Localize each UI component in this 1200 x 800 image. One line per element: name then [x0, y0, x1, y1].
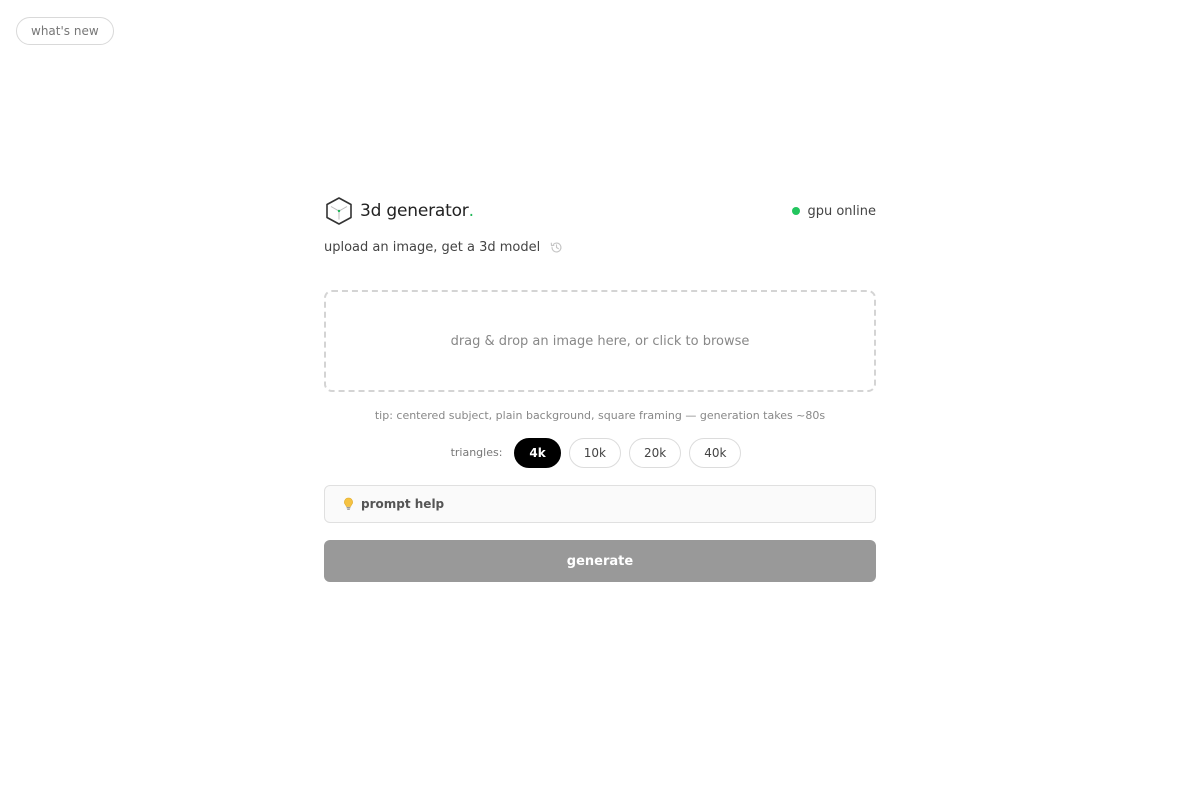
history-icon[interactable]	[549, 240, 563, 254]
triangles-option-4k[interactable]: 4k	[514, 437, 561, 468]
image-dropzone[interactable]: drag & drop an image here, or click to b…	[324, 290, 876, 392]
status-dot-icon	[792, 207, 801, 215]
whats-new-button[interactable]: what's new	[16, 17, 114, 45]
brand-name: 3d generator	[360, 201, 469, 221]
subtitle: upload an image, get a 3d model	[324, 239, 541, 255]
triangles-option-40k[interactable]: 40k	[689, 437, 742, 468]
prompt-help-label: prompt help	[361, 497, 445, 511]
triangles-option-20k[interactable]: 20k	[628, 437, 682, 468]
header-row: 3d generator. gpu online	[324, 195, 876, 227]
tip-text: tip: centered subject, plain background,…	[374, 409, 826, 422]
subtitle-row: upload an image, get a 3d model	[324, 237, 876, 257]
brand: 3d generator.	[324, 195, 474, 227]
generate-button[interactable]: generate	[324, 540, 876, 582]
triangles-selector: triangles: 4k 10k 20k 40k	[324, 437, 876, 468]
gpu-status: gpu online	[792, 204, 876, 219]
brand-dot: .	[468, 201, 474, 221]
generator-card: 3d generator. gpu online upload an image…	[324, 195, 876, 582]
triangles-label: triangles:	[450, 446, 503, 459]
cube-icon	[324, 195, 354, 227]
status-label: gpu online	[807, 203, 876, 219]
dropzone-text: drag & drop an image here, or click to b…	[450, 333, 750, 349]
prompt-help-toggle[interactable]: prompt help	[324, 485, 876, 523]
lightbulb-icon	[342, 497, 354, 511]
triangles-option-10k[interactable]: 10k	[568, 437, 621, 468]
